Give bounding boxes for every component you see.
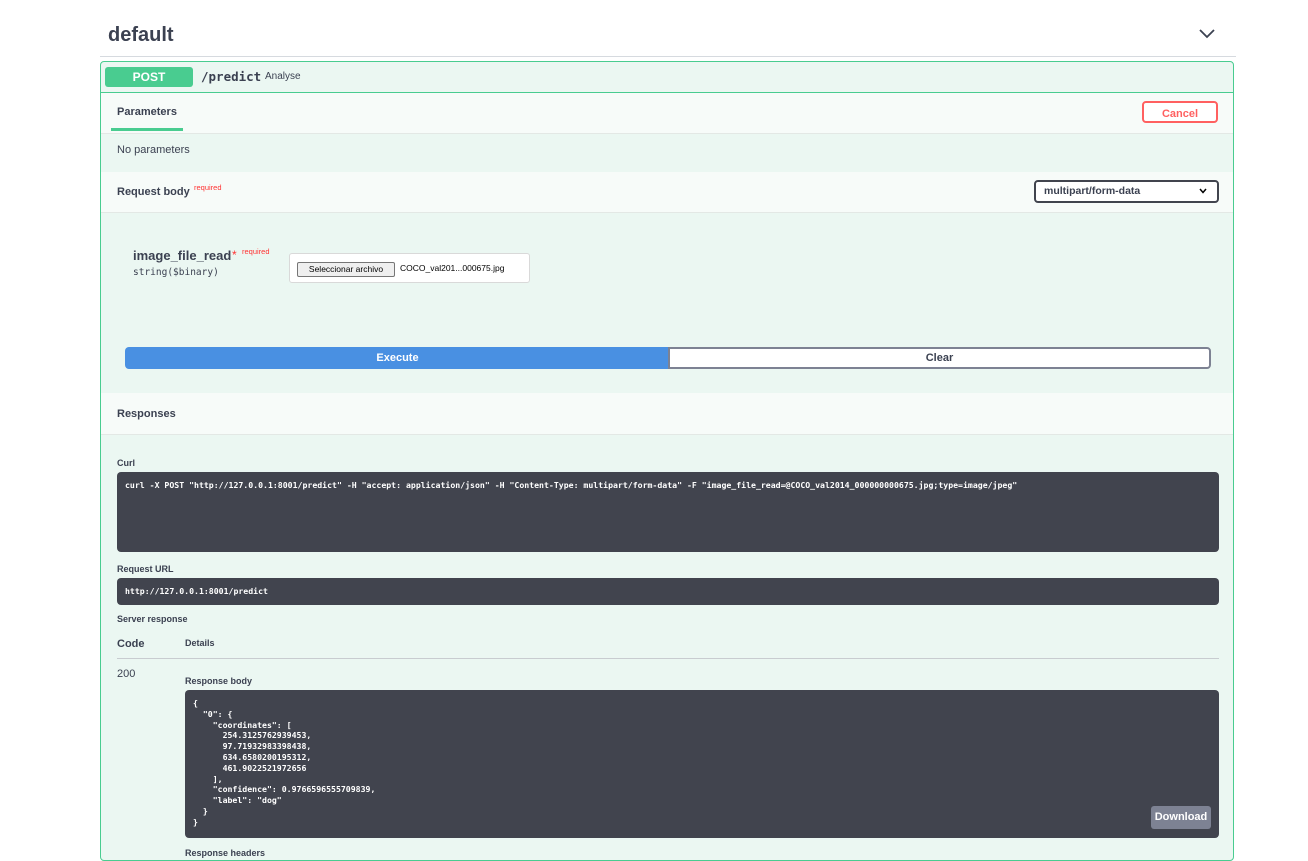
operation-block: POST /predict Analyse Parameters Cancel … bbox=[100, 61, 1234, 861]
download-button[interactable]: Download bbox=[1151, 806, 1211, 829]
request-body-label: Request body bbox=[117, 186, 190, 198]
operation-summary[interactable]: POST /predict Analyse bbox=[101, 62, 1233, 93]
content-type-value: multipart/form-data bbox=[1044, 185, 1141, 197]
request-body-header: Request body required multipart/form-dat… bbox=[101, 172, 1233, 213]
section-divider bbox=[100, 56, 1236, 57]
tab-underline bbox=[111, 128, 183, 131]
choose-file-button[interactable]: Seleccionar archivo bbox=[297, 262, 395, 277]
content-type-select[interactable]: multipart/form-data bbox=[1034, 180, 1219, 203]
code-column-header: Code bbox=[117, 638, 145, 650]
operation-description: Analyse bbox=[265, 71, 301, 82]
section-title[interactable]: default bbox=[108, 24, 174, 47]
method-badge: POST bbox=[105, 67, 193, 87]
clear-button[interactable]: Clear bbox=[668, 347, 1211, 369]
server-response-label: Server response bbox=[117, 614, 188, 624]
file-name: COCO_val201...000675.jpg bbox=[400, 263, 505, 273]
curl-command[interactable]: curl -X POST "http://127.0.0.1:8001/pred… bbox=[117, 472, 1219, 552]
chevron-down-icon[interactable] bbox=[1198, 27, 1216, 41]
parameters-header: Parameters Cancel bbox=[101, 93, 1233, 134]
field-required: required bbox=[242, 247, 270, 256]
file-input[interactable]: Seleccionar archivo COCO_val201...000675… bbox=[289, 253, 530, 283]
execute-button[interactable]: Execute bbox=[125, 347, 670, 369]
responses-header: Responses bbox=[101, 393, 1233, 435]
details-column-header: Details bbox=[185, 638, 215, 648]
response-body[interactable]: { "0": { "coordinates": [ 254.3125762939… bbox=[185, 690, 1219, 838]
curl-label: Curl bbox=[117, 458, 135, 468]
operation-path: /predict bbox=[201, 69, 262, 84]
cancel-button[interactable]: Cancel bbox=[1142, 101, 1218, 123]
request-url[interactable]: http://127.0.0.1:8001/predict bbox=[117, 578, 1219, 605]
response-body-label: Response body bbox=[185, 676, 253, 686]
field-name: image_file_read bbox=[133, 248, 232, 263]
request-url-label: Request URL bbox=[117, 564, 174, 574]
response-divider bbox=[117, 658, 1219, 659]
response-headers-label: Response headers bbox=[185, 848, 266, 858]
chevron-down-icon bbox=[1199, 188, 1207, 194]
request-body-required: required bbox=[194, 183, 222, 192]
required-star: * bbox=[232, 248, 237, 262]
status-code: 200 bbox=[117, 668, 136, 680]
tab-parameters[interactable]: Parameters bbox=[117, 106, 177, 118]
field-type: string($binary) bbox=[133, 267, 219, 278]
no-parameters-text: No parameters bbox=[117, 144, 190, 156]
responses-label: Responses bbox=[117, 408, 176, 420]
